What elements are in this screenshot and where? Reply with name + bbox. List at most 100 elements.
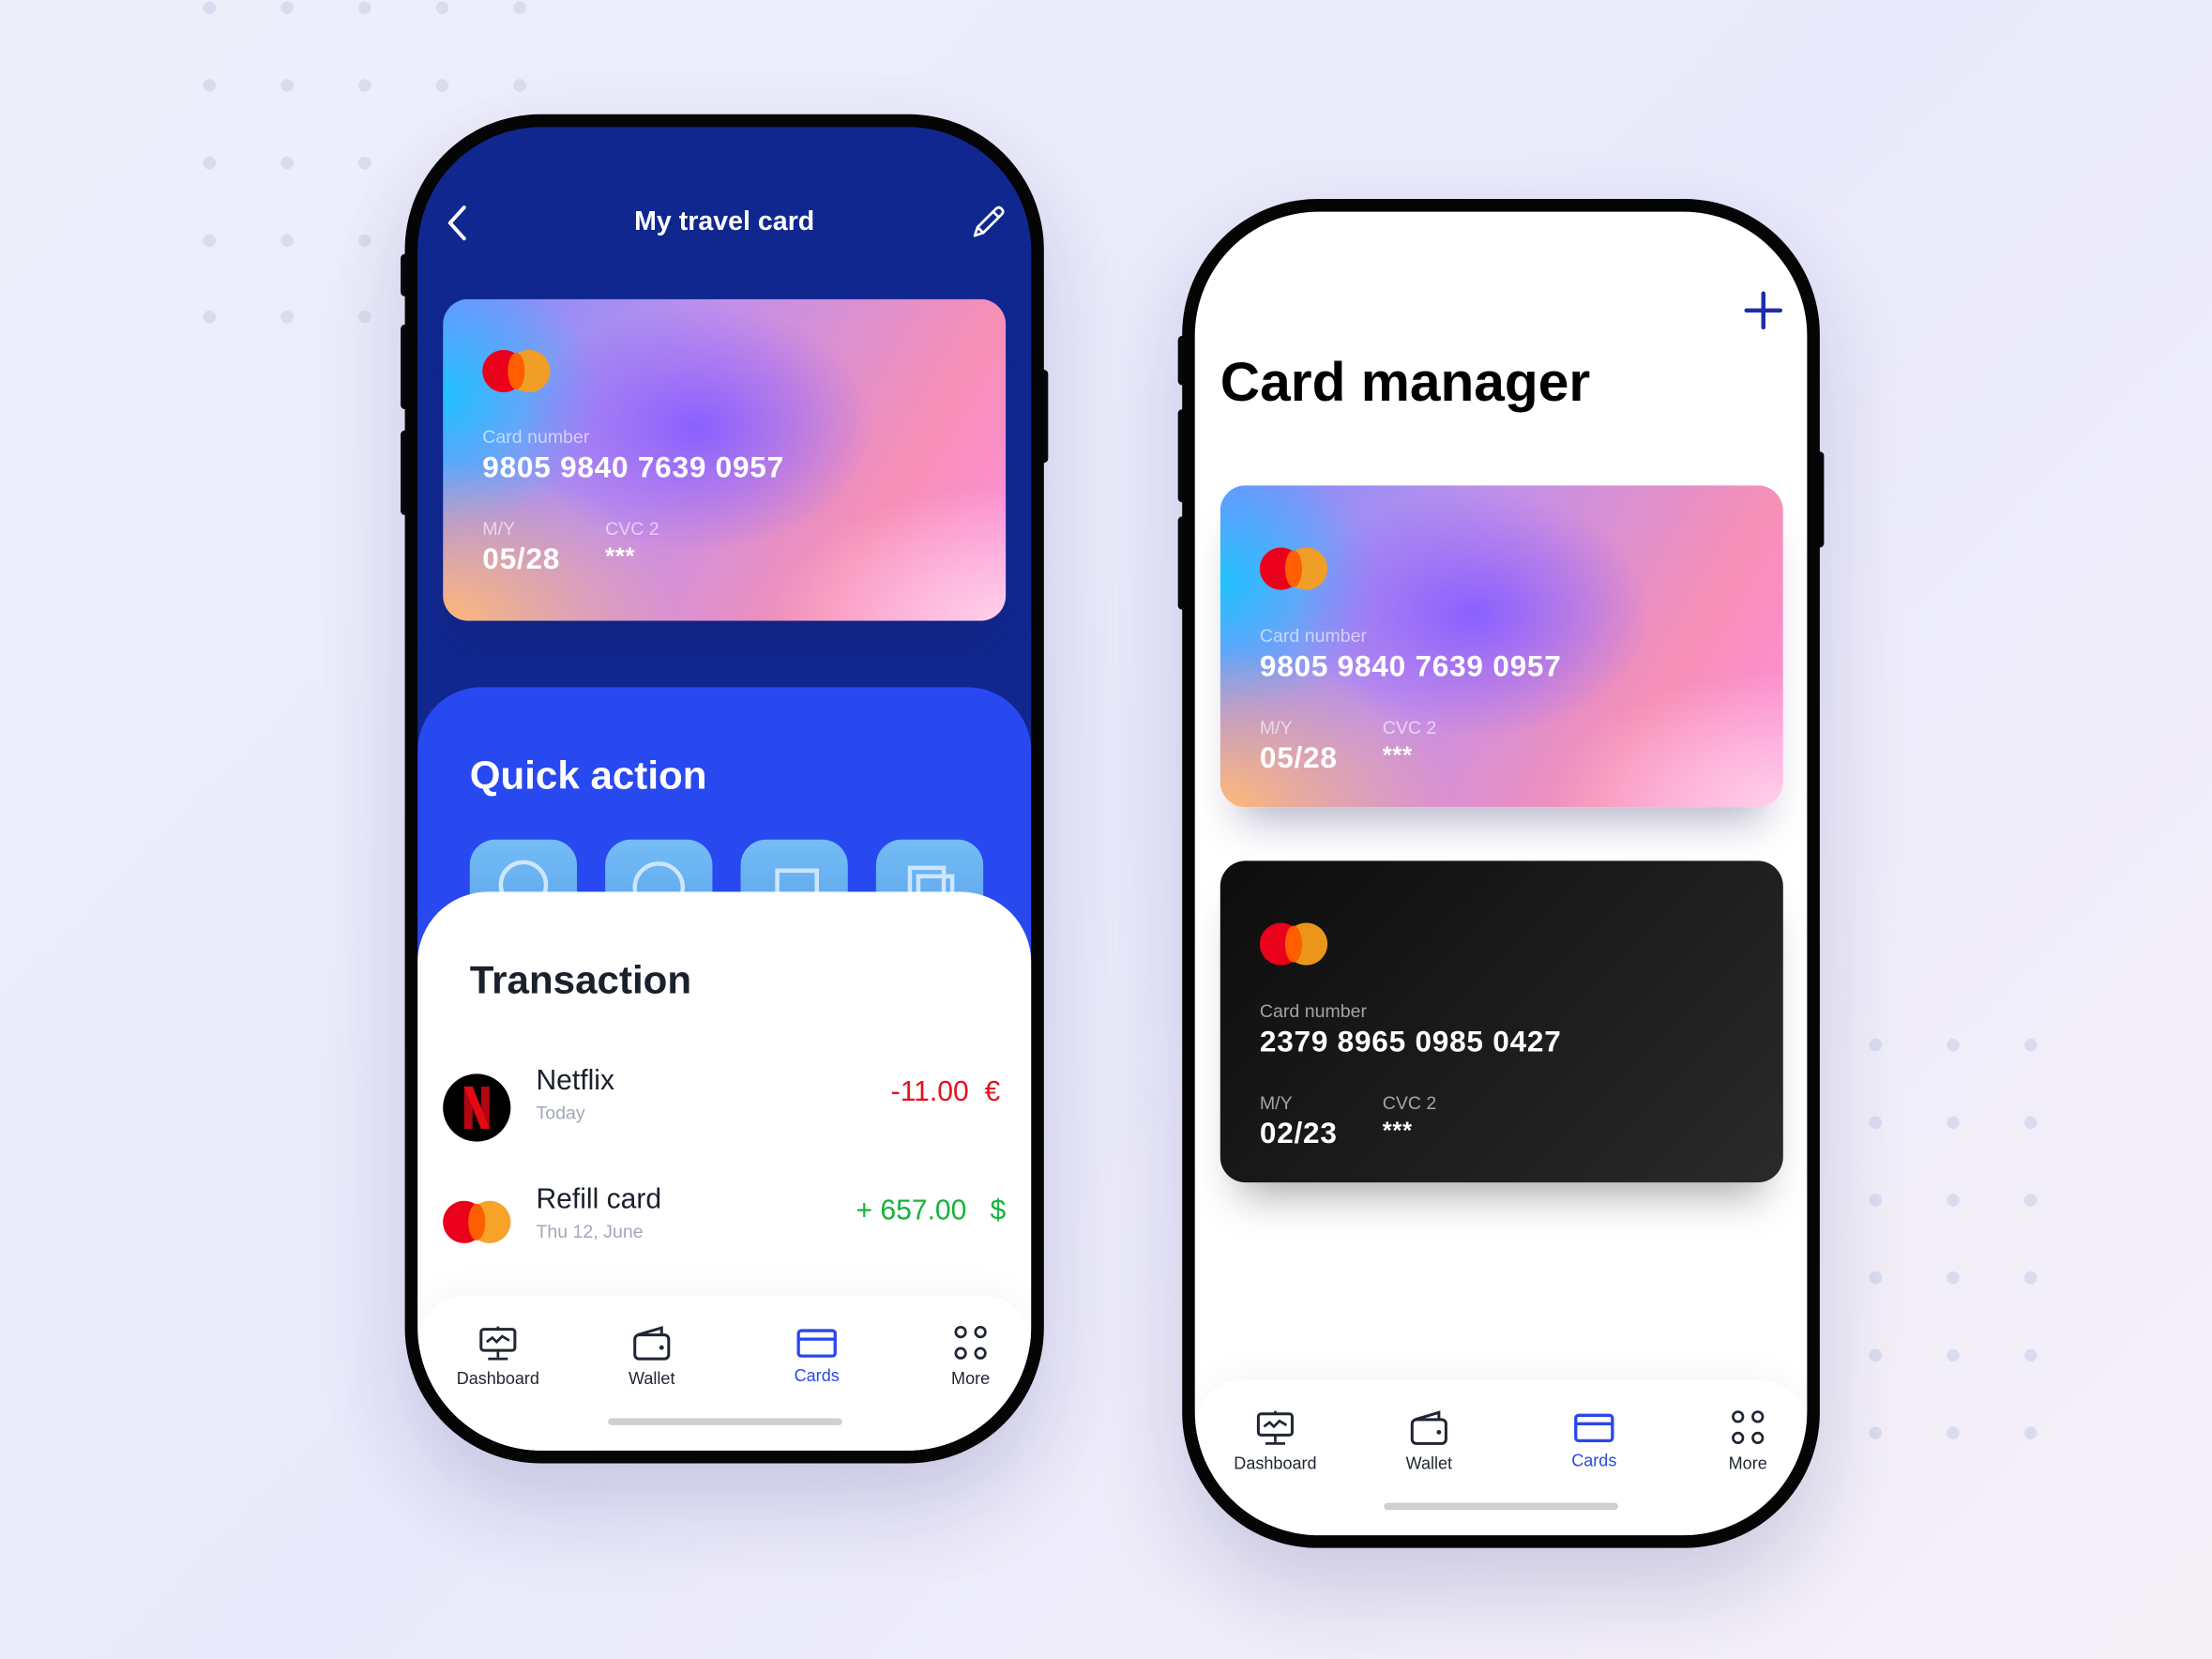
background-dot <box>357 310 371 324</box>
nav-label: More <box>951 1368 991 1389</box>
dashboard-icon <box>1212 1408 1339 1448</box>
expiry-value: 02/23 <box>1259 1118 1338 1150</box>
background-dot <box>1869 1271 1883 1285</box>
cvc-label: CVC 2 <box>1382 1091 1437 1114</box>
background-dot <box>203 79 217 92</box>
mastercard-logo <box>482 349 551 393</box>
background-dot <box>203 234 217 248</box>
cvc-value: *** <box>1382 1118 1413 1145</box>
background-dot <box>435 79 449 92</box>
nav-label: Dashboard <box>456 1368 539 1389</box>
pencil-icon <box>973 205 1005 237</box>
edit-button[interactable] <box>968 204 1008 243</box>
nav-item-more[interactable]: More <box>1685 1408 1808 1473</box>
background-dot <box>1947 1348 1960 1362</box>
card-black[interactable]: Card number 2379 8965 0985 0427 M/Y 02/2… <box>1220 860 1783 1183</box>
background-dot <box>1947 1194 1960 1207</box>
nav-label: Dashboard <box>1234 1453 1317 1473</box>
background-dot <box>1869 1194 1883 1207</box>
background-dot <box>357 79 371 92</box>
background-dot <box>1947 1426 1960 1439</box>
nav-item-wallet[interactable]: Wallet <box>588 1324 715 1389</box>
nav-item-more[interactable]: More <box>907 1324 1031 1389</box>
transaction-row[interactable]: Netflix Today -11.00 € <box>417 1065 1031 1152</box>
cvc-label: CVC 2 <box>1382 716 1437 738</box>
background-dot <box>280 234 294 248</box>
more-icon <box>1685 1408 1808 1448</box>
background-dot <box>2023 1038 2038 1052</box>
transaction-date: Today <box>536 1102 585 1124</box>
copy-icon <box>907 865 955 910</box>
transfer-icon <box>775 868 819 902</box>
phone-card-manager: Card manager Card number 9805 9840 7639 … <box>1182 199 1820 1548</box>
travel-card[interactable]: Card number 9805 9840 7639 0957 M/Y 05/2… <box>443 298 1007 621</box>
plus-icon <box>1744 291 1783 330</box>
nav-item-dashboard[interactable]: Dashboard <box>434 1324 561 1389</box>
background-dot <box>2023 1116 2038 1130</box>
background-dot <box>1869 1426 1883 1439</box>
transaction-amount: -11.00 € <box>890 1076 1001 1108</box>
background-dot <box>435 1 449 15</box>
page-title: My travel card <box>634 207 815 237</box>
card-number-label: Card number <box>482 426 590 448</box>
nav-label: Wallet <box>1405 1453 1453 1473</box>
bottom-nav: Dashboard Wallet Cards More <box>1194 1379 1808 1536</box>
nav-label: Cards <box>794 1365 840 1386</box>
wallet-icon <box>1366 1408 1492 1448</box>
card-number: 9805 9840 7639 0957 <box>1259 650 1562 683</box>
transaction-date: Thu 12, June <box>536 1220 644 1242</box>
nav-label: Cards <box>1571 1450 1617 1470</box>
card-icon <box>753 1327 880 1361</box>
wallet-icon <box>588 1324 715 1363</box>
background-dot <box>1869 1348 1883 1362</box>
background-dot <box>280 1 294 15</box>
card-number-label: Card number <box>1259 625 1367 647</box>
background-dot <box>1947 1116 1960 1130</box>
history-icon <box>498 860 549 910</box>
background-dot <box>203 310 217 324</box>
expiry-label: M/Y <box>482 517 516 540</box>
card-number: 2379 8965 0985 0427 <box>1259 1026 1562 1058</box>
nav-label: More <box>1728 1453 1767 1473</box>
phone-travel-card: My travel card Card number 9805 9840 763… <box>404 114 1044 1464</box>
mastercard-logo <box>443 1200 511 1243</box>
expiry-label: M/Y <box>1259 1091 1293 1114</box>
transaction-name: Netflix <box>536 1065 615 1097</box>
expiry-value: 05/28 <box>1259 741 1338 775</box>
card-gradient[interactable]: Card number 9805 9840 7639 0957 M/Y 05/2… <box>1220 485 1783 808</box>
background-dot <box>280 310 294 324</box>
quick-action-title: Quick action <box>469 753 707 798</box>
home-indicator <box>1384 1502 1618 1511</box>
card-icon <box>1531 1411 1658 1445</box>
background-dot <box>2023 1194 2038 1207</box>
card-number-label: Card number <box>1259 1000 1367 1022</box>
background-dot <box>203 1 217 15</box>
background-dot <box>280 156 294 170</box>
background-dot <box>2023 1426 2038 1439</box>
expiry-label: M/Y <box>1259 716 1293 738</box>
nav-item-cards[interactable]: Cards <box>753 1327 880 1386</box>
background-dot <box>1869 1038 1883 1052</box>
background-dot <box>357 1 371 15</box>
nav-item-wallet[interactable]: Wallet <box>1366 1408 1492 1473</box>
background-dot <box>1947 1038 1960 1052</box>
currency-exchange-icon <box>632 861 686 914</box>
cvc-label: CVC 2 <box>605 517 659 540</box>
nav-item-cards[interactable]: Cards <box>1531 1411 1658 1470</box>
card-number: 9805 9840 7639 0957 <box>482 451 784 484</box>
background-dot <box>513 1 526 15</box>
cvc-value: *** <box>605 542 636 571</box>
nav-item-dashboard[interactable]: Dashboard <box>1212 1408 1339 1473</box>
transaction-name: Refill card <box>536 1183 662 1215</box>
add-card-button[interactable] <box>1744 291 1783 330</box>
page-title: Card manager <box>1220 352 1591 414</box>
dashboard-icon <box>434 1324 561 1363</box>
background-dot <box>2023 1348 2038 1362</box>
background-dot <box>357 156 371 170</box>
background-dot <box>1869 1116 1883 1130</box>
cvc-value: *** <box>1382 741 1413 769</box>
background-dot <box>2023 1271 2038 1285</box>
background-dot <box>513 79 526 92</box>
transaction-row[interactable]: Refill card Thu 12, June + 657.00 $ <box>417 1183 1031 1271</box>
mastercard-logo <box>1259 922 1328 966</box>
